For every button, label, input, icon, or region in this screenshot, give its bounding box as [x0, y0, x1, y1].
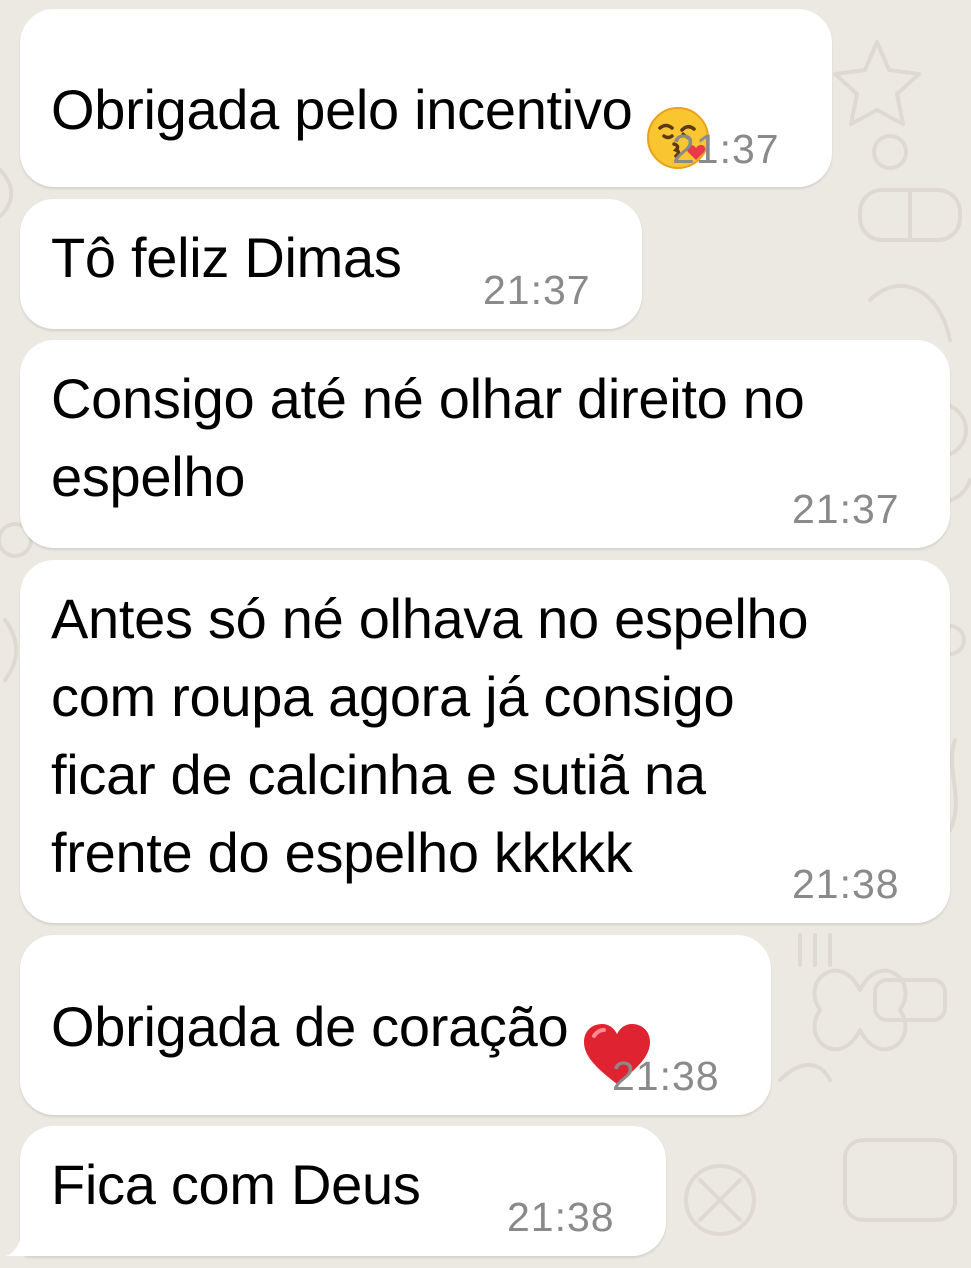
message-bubble[interactable]: Consigo até né olhar direito no espelho …: [20, 340, 950, 548]
message-timestamp: 21:38: [507, 1194, 615, 1240]
message-text: Obrigada de coração: [51, 954, 652, 1108]
message-bubble[interactable]: Obrigada de coração 21:38: [20, 935, 771, 1115]
message-bubble[interactable]: Fica com Deus 21:38: [20, 1126, 666, 1256]
message-bubble[interactable]: Antes só né olhava no espelho com roupa …: [20, 560, 950, 923]
message-timestamp: 21:37: [483, 267, 591, 313]
bubble-tail: [6, 1226, 40, 1256]
message-timestamp: 21:38: [792, 861, 900, 907]
message-bubble[interactable]: Tô feliz Dimas 21:37: [20, 199, 642, 329]
message-text: Consigo até né olhar direito no espelho: [51, 367, 805, 508]
message-timestamp: 21:37: [672, 126, 780, 172]
chat-view: Obrigada pelo incentivo 21:37 Tô feliz D…: [0, 0, 971, 1268]
message-text: Tô feliz Dimas: [51, 226, 402, 289]
message-text: Antes só né olhava no espelho com roupa …: [51, 587, 809, 884]
message-bubble[interactable]: Obrigada pelo incentivo 21:37: [20, 9, 832, 187]
message-timestamp: 21:37: [792, 486, 900, 532]
message-timestamp: 21:38: [612, 1053, 720, 1099]
message-text: Obrigada pelo incentivo: [51, 36, 714, 192]
message-text: Fica com Deus: [51, 1153, 421, 1216]
